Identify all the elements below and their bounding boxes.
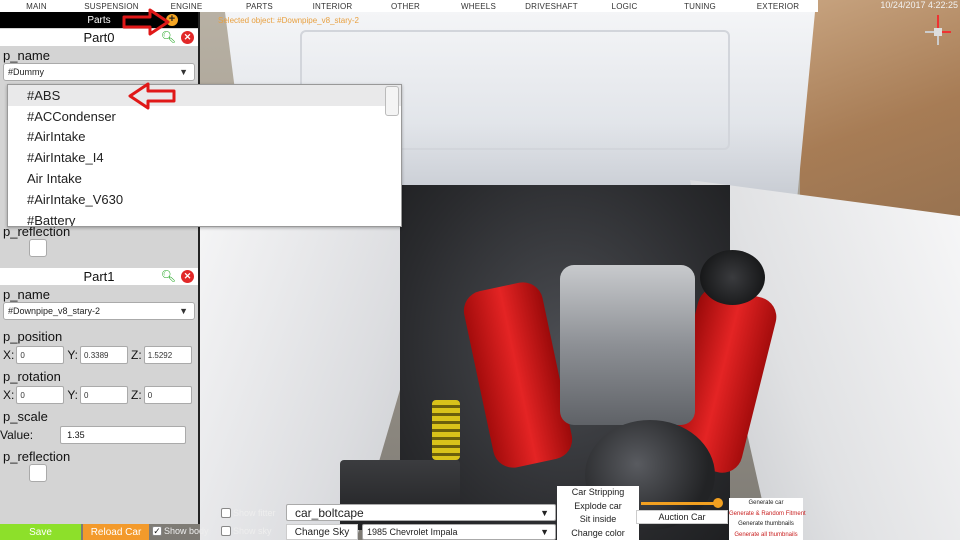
part0-p-name-value: #Dummy (8, 67, 45, 77)
position-y-label: Y: (67, 348, 79, 362)
show-body-toggle[interactable]: Show body (152, 526, 209, 536)
menu-wheels[interactable]: WHEELS (442, 2, 515, 11)
car-select[interactable]: car_boltcape ▼ (286, 504, 556, 521)
dropdown-option[interactable]: #AirIntake_V630 (8, 189, 401, 210)
show-sky-label: Show sky (233, 526, 272, 536)
close-icon[interactable]: ✕ (181, 31, 194, 44)
explode-car-button[interactable]: Explode car (557, 500, 639, 514)
change-sky-button[interactable]: Change Sky (286, 524, 358, 540)
car-actions-menu: Car Stripping Explode car Sit inside Cha… (557, 486, 639, 540)
datetime-readout: 10/24/2017 4:22:25 (880, 0, 958, 10)
position-z-input[interactable]: 1.5292 (143, 346, 192, 364)
part0-p-name-label: p_name (3, 48, 50, 63)
part1-title: Part1 (83, 269, 115, 284)
dropdown-option[interactable]: #ACCondenser (8, 106, 401, 127)
chevron-down-icon: ▼ (179, 306, 188, 316)
chevron-down-icon: ▼ (179, 67, 188, 77)
generate-thumbnails-button[interactable]: Generate thumbnails (729, 519, 803, 530)
car-stripping-button[interactable]: Car Stripping (557, 486, 639, 500)
dropdown-option[interactable]: #AirIntake_I4 (8, 147, 401, 168)
sit-inside-button[interactable]: Sit inside (557, 513, 639, 527)
part1-p-position-label: p_position (3, 329, 63, 344)
slider-thumb[interactable] (712, 498, 723, 508)
menu-driveshaft[interactable]: DRIVESHAFT (515, 2, 588, 11)
part1-p-name-select[interactable]: #Downpipe_v8_stary-2 ▼ (3, 302, 195, 320)
dropdown-option[interactable]: #AirIntake (8, 127, 401, 148)
part0-title: Part0 (83, 30, 115, 45)
rotation-z-label: Z: (131, 388, 142, 402)
rotation-y-label: Y: (67, 388, 79, 402)
selected-object-label: Selected object: #Downpipe_v8_stary-2 (218, 16, 359, 25)
auction-car-button[interactable]: Auction Car (636, 510, 728, 524)
part-name-dropdown-list[interactable]: #ABS #ACCondenser #AirIntake #AirIntake_… (7, 84, 402, 227)
part0-reflection-checkbox[interactable] (29, 239, 47, 257)
scale-row: Value: 1.35 (0, 424, 198, 446)
explode-slider[interactable] (641, 498, 723, 508)
supercharger (560, 265, 695, 425)
rotation-row: X: 0 Y: 0 Z: 0 (0, 384, 198, 406)
position-z-label: Z: (131, 348, 142, 362)
dropdown-option[interactable]: #Battery (8, 210, 401, 226)
show-body-label: Show body (164, 526, 209, 536)
parts-panel-title: Parts (87, 14, 111, 26)
part1-reflection-checkbox[interactable] (29, 464, 47, 482)
position-y-input[interactable]: 0.3389 (80, 346, 129, 364)
position-row: X: 0 Y: 0.3389 Z: 1.5292 (0, 344, 198, 366)
reload-car-button[interactable]: Reload Car (83, 524, 149, 540)
menu-main[interactable]: MAIN (0, 2, 73, 11)
menu-parts[interactable]: PARTS (223, 2, 296, 11)
part0-p-name-select[interactable]: #Dummy ▼ (3, 63, 195, 81)
show-body-checkbox[interactable] (152, 526, 162, 536)
red-arrow-right-icon (122, 8, 170, 36)
dropdown-option[interactable]: #ABS (8, 85, 401, 106)
generate-menu: Generate car Generate & Random Fitment G… (729, 498, 806, 540)
menu-logic[interactable]: LOGIC (588, 2, 661, 11)
part1-p-name-label: p_name (3, 287, 50, 302)
menu-exterior[interactable]: EXTERIOR (739, 2, 817, 11)
slider-fill (641, 502, 718, 505)
generate-random-fitment-button[interactable]: Generate & Random Fitment (729, 509, 806, 520)
part1-p-name-value: #Downpipe_v8_stary-2 (8, 306, 101, 316)
car-model-value: 1985 Chevrolet Impala (367, 527, 458, 537)
rotation-x-label: X: (3, 388, 15, 402)
rotation-z-input[interactable]: 0 (143, 386, 192, 404)
rotation-y-input[interactable]: 0 (80, 386, 129, 404)
chevron-down-icon: ▼ (540, 507, 549, 518)
show-fitter-toggle[interactable]: Show fitter (221, 508, 276, 518)
close-icon[interactable]: ✕ (181, 270, 194, 283)
part1-p-rotation-label: p_rotation (3, 369, 61, 384)
show-fitter-checkbox[interactable] (221, 508, 231, 518)
position-x-label: X: (3, 348, 15, 362)
generate-car-button[interactable]: Generate car (729, 498, 803, 509)
position-x-input[interactable]: 0 (16, 346, 65, 364)
dropdown-scrollbar[interactable] (385, 86, 399, 116)
show-fitter-label: Show fitter (233, 508, 276, 518)
change-color-button[interactable]: Change color (557, 527, 639, 540)
menu-other[interactable]: OTHER (369, 2, 442, 11)
car-select-value: car_boltcape (295, 505, 364, 520)
red-arrow-left-icon (128, 82, 176, 110)
part1-header: Part1 🔍︎ ✕ (0, 268, 198, 285)
generate-all-thumbnails-button[interactable]: Generate all thumbnails (729, 530, 803, 540)
scale-value-label: Value: (0, 428, 34, 442)
menu-interior[interactable]: INTERIOR (296, 2, 369, 11)
show-sky-checkbox[interactable] (221, 526, 231, 536)
scale-value-input[interactable]: 1.35 (60, 426, 187, 444)
show-sky-toggle[interactable]: Show sky (221, 526, 272, 536)
orientation-gizmo-icon[interactable] (920, 12, 956, 52)
rotation-x-input[interactable]: 0 (16, 386, 65, 404)
save-button[interactable]: Save (0, 524, 81, 540)
part1-p-reflection-label: p_reflection (3, 449, 71, 464)
part1-p-scale-label: p_scale (3, 409, 48, 424)
chevron-down-icon: ▼ (540, 527, 549, 537)
dropdown-option[interactable]: Air Intake (8, 168, 401, 189)
coil-spring (432, 400, 460, 460)
brake-booster (700, 250, 765, 305)
search-icon[interactable]: 🔍︎ (161, 269, 176, 283)
menu-tuning[interactable]: TUNING (661, 2, 739, 11)
car-model-select[interactable]: 1985 Chevrolet Impala ▼ (362, 524, 556, 540)
